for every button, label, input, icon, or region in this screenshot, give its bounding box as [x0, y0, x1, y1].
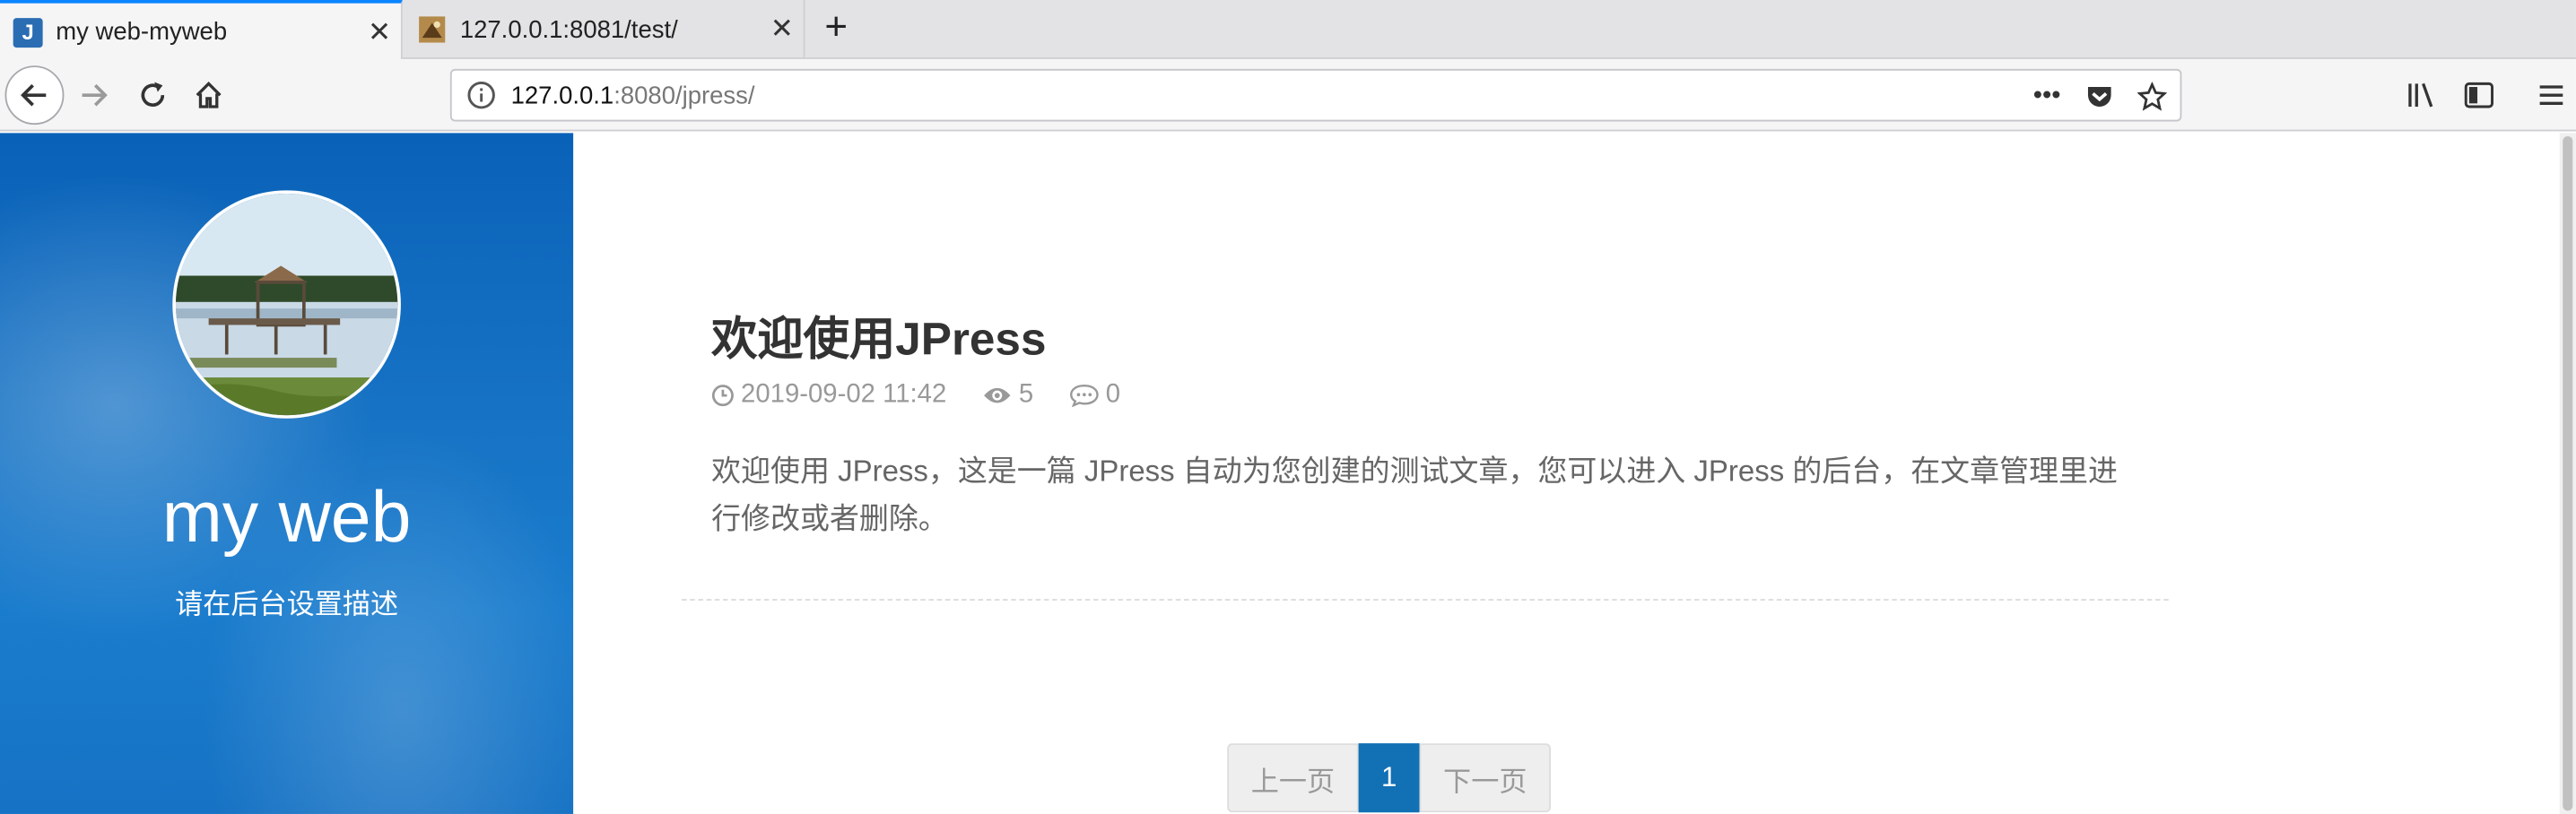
post-meta: 2019-09-02 11:42 5 0: [711, 381, 1156, 411]
post-date: 2019-09-02 11:42: [711, 381, 946, 411]
back-arrow-icon[interactable]: [4, 65, 65, 126]
page-actions-icon[interactable]: •••: [2029, 79, 2065, 115]
menu-hamburger-icon[interactable]: [2531, 75, 2571, 115]
prev-page-button[interactable]: 上一页: [1227, 743, 1359, 813]
forward-arrow-icon[interactable]: [73, 74, 116, 117]
eye-icon: [984, 387, 1011, 403]
pagination: 上一页 1 下一页: [1227, 743, 1552, 813]
page-content: my web 请在后台设置描述 欢迎使用JPress 2019-09-02 11…: [0, 133, 2576, 814]
navigation-toolbar: 127.0.0.1:8080/jpress/ •••: [0, 58, 2576, 132]
vertical-scrollbar[interactable]: [2559, 133, 2576, 814]
blog-sidebar: my web 请在后台设置描述: [0, 133, 574, 814]
site-title[interactable]: my web: [0, 478, 573, 560]
url-path: :8080/jpress/: [614, 81, 755, 109]
image-favicon-icon: [417, 14, 447, 44]
post-date-text: 2019-09-02 11:42: [741, 380, 947, 409]
home-icon[interactable]: [187, 74, 231, 117]
post-comments-count: 0: [1105, 380, 1121, 409]
pocket-icon[interactable]: [2082, 79, 2118, 115]
post-views: 5: [983, 380, 1034, 411]
close-tab-icon[interactable]: ✕: [358, 15, 401, 48]
tab-title: 127.0.0.1:8081/test/: [459, 15, 678, 44]
post-comments: 0: [1069, 381, 1120, 411]
site-info-icon[interactable]: [465, 79, 498, 112]
post-divider: [682, 599, 2169, 601]
browser-window: J my web-myweb ✕ 127.0.0.1:8081/test/ ✕ …: [0, 0, 2576, 814]
site-avatar[interactable]: [172, 190, 401, 419]
library-icon[interactable]: [2402, 75, 2441, 115]
jpress-favicon-icon: J: [13, 17, 43, 48]
post-list: 欢迎使用JPress 2019-09-02 11:42 5 0 欢迎使用 JPr…: [573, 133, 2560, 814]
site-description: 请在后台设置描述: [175, 589, 399, 620]
close-tab-icon[interactable]: ✕: [761, 13, 804, 47]
sidebar-toggle-icon[interactable]: [2459, 75, 2499, 115]
comment-icon: [1070, 385, 1099, 407]
clock-icon: [711, 385, 734, 407]
reload-icon[interactable]: [132, 74, 175, 117]
tab-title: my web-myweb: [56, 18, 228, 47]
post-views-count: 5: [1018, 380, 1034, 409]
url-host: 127.0.0.1: [510, 81, 614, 109]
tab-strip: J my web-myweb ✕ 127.0.0.1:8081/test/ ✕ …: [0, 0, 2576, 61]
scrollbar-thumb[interactable]: [2563, 135, 2573, 811]
bookmark-star-icon[interactable]: [2134, 79, 2170, 115]
post-title[interactable]: 欢迎使用JPress: [711, 304, 1046, 369]
tab-test[interactable]: 127.0.0.1:8081/test/ ✕: [405, 0, 805, 59]
next-page-button[interactable]: 下一页: [1419, 743, 1552, 813]
new-tab-icon[interactable]: +: [814, 7, 857, 51]
post-excerpt: 欢迎使用 JPress，这是一篇 JPress 自动为您创建的测试文章，您可以进…: [711, 455, 2119, 535]
tab-my-web[interactable]: J my web-myweb ✕: [0, 0, 403, 61]
current-page-button[interactable]: 1: [1358, 743, 1420, 813]
address-bar[interactable]: 127.0.0.1:8080/jpress/ •••: [449, 68, 2182, 122]
